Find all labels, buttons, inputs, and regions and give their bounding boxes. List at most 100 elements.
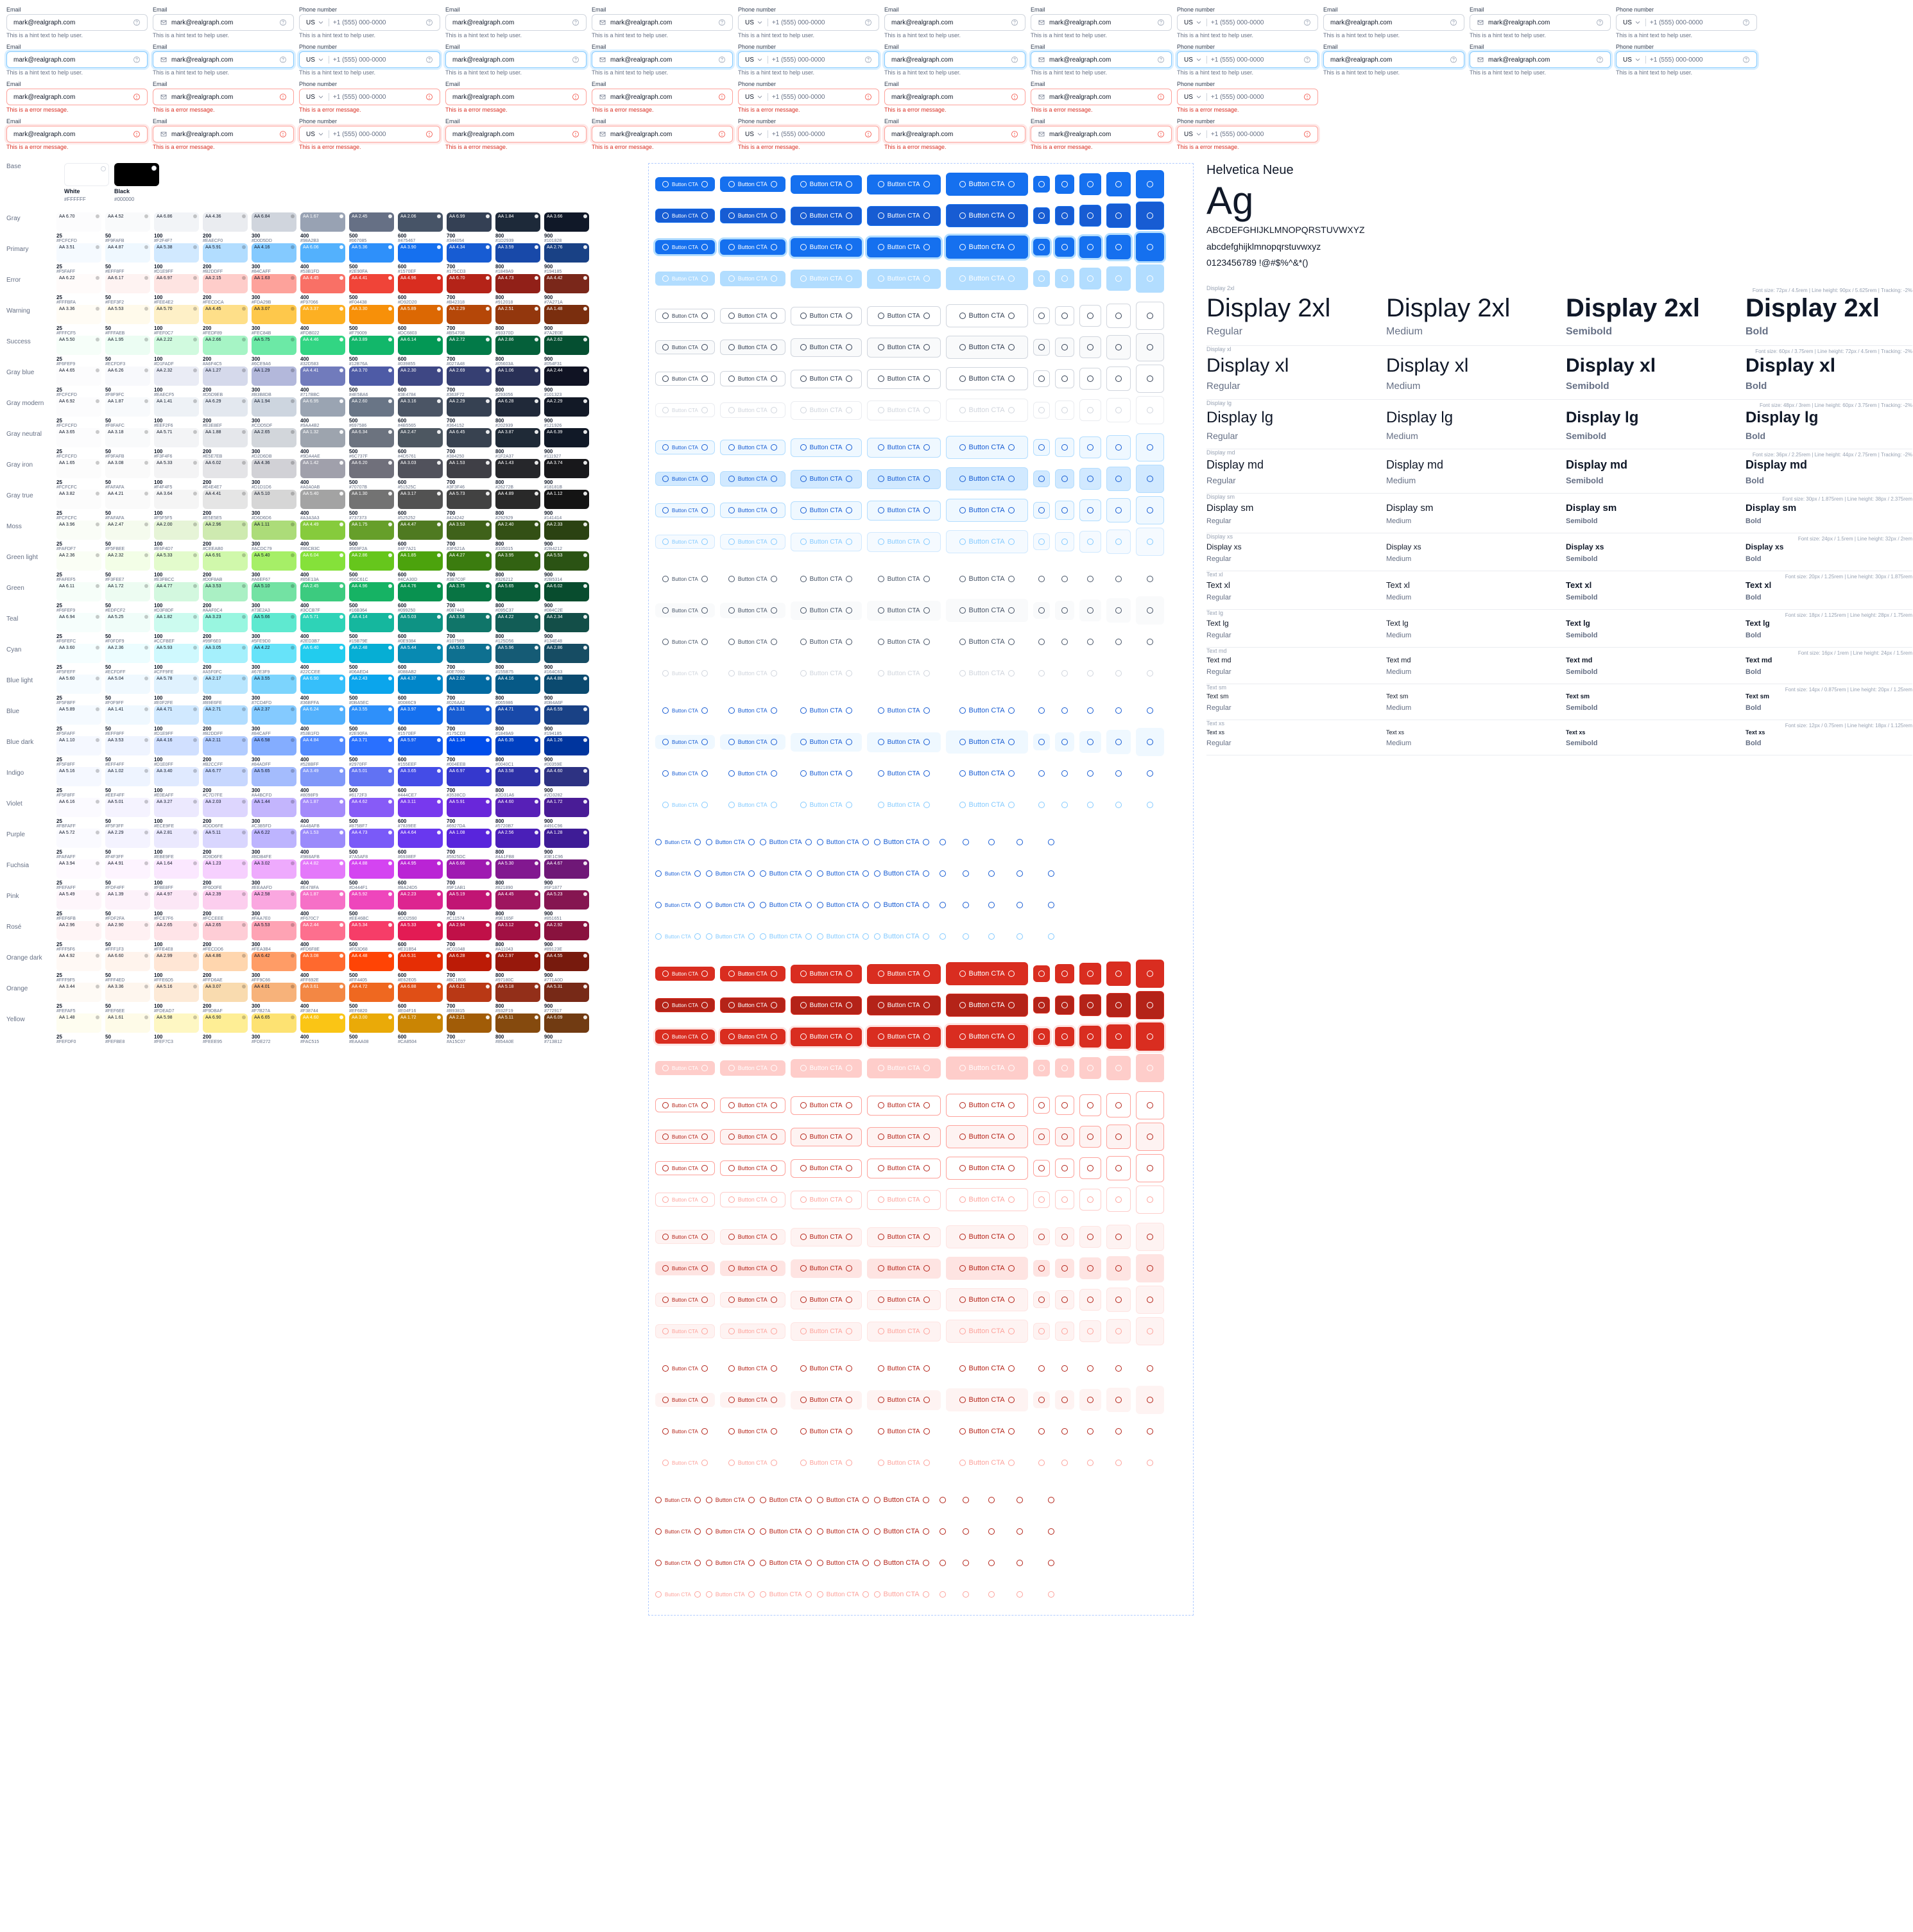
country-select[interactable]: US [306,19,329,26]
button-tergray[interactable]: Button CTA [867,601,941,621]
email-input[interactable] [884,89,1025,105]
button-desfill[interactable] [1033,997,1050,1013]
button-deslink[interactable]: Button CTA [655,1557,701,1569]
button-secgray[interactable] [1106,335,1131,359]
button-dester[interactable] [1055,1422,1074,1441]
country-select[interactable]: US [1184,19,1207,26]
button-primary[interactable]: Button CTA [720,239,785,255]
button-desout[interactable] [1136,1091,1164,1119]
phone-text-input[interactable] [772,131,861,138]
button-tergray[interactable]: Button CTA [655,635,715,649]
button-dessec[interactable]: Button CTA [720,1292,785,1307]
email-input[interactable] [445,89,587,105]
email-text-input[interactable] [13,19,129,26]
button-desout[interactable] [1106,1125,1131,1149]
button-desout[interactable] [1136,1123,1164,1151]
button-tergray[interactable]: Button CTA [867,632,941,652]
button-dessec[interactable] [1079,1257,1101,1279]
button-dessec[interactable]: Button CTA [791,1228,862,1246]
email-text-input[interactable] [610,56,714,64]
button-tercolor[interactable]: Button CTA [655,766,715,781]
button-desfill[interactable]: Button CTA [791,965,862,983]
button-seccolor[interactable]: Button CTA [655,472,715,486]
phone-text-input[interactable] [333,19,422,26]
button-dester[interactable] [1033,1360,1050,1377]
button-tercolor[interactable] [1033,734,1050,750]
button-primary[interactable]: Button CTA [655,177,715,191]
button-desfill[interactable] [1136,991,1164,1019]
button-link[interactable] [1037,891,1065,919]
button-desfill[interactable]: Button CTA [655,1030,715,1044]
email-text-input[interactable] [1330,56,1446,64]
phone-text-input[interactable] [333,94,422,101]
phone-text-input[interactable] [772,56,861,64]
email-input[interactable] [1031,14,1172,31]
button-seccolor[interactable] [1079,468,1101,490]
phone-text-input[interactable] [333,56,422,64]
email-input[interactable] [6,126,148,142]
button-secgray[interactable] [1055,306,1074,325]
button-deslink[interactable] [934,1523,951,1540]
button-link[interactable] [1037,828,1065,856]
button-desout[interactable]: Button CTA [791,1096,862,1115]
country-select[interactable]: US [1184,93,1207,101]
button-primary[interactable] [1033,239,1050,255]
button-link[interactable]: Button CTA [706,867,755,881]
email-input[interactable] [592,14,733,31]
button-tergray[interactable]: Button CTA [946,599,1028,622]
button-secgray[interactable]: Button CTA [867,306,941,326]
email-text-input[interactable] [171,131,275,138]
button-desfill[interactable] [1033,965,1050,982]
button-deslink[interactable]: Button CTA [655,1525,701,1538]
button-link[interactable] [981,894,1002,916]
button-deslink[interactable]: Button CTA [817,1491,869,1510]
button-seccolor[interactable]: Button CTA [946,436,1028,459]
button-dester[interactable] [1055,1390,1074,1410]
email-input[interactable] [1323,14,1464,31]
button-dester[interactable]: Button CTA [720,1361,785,1376]
email-text-input[interactable] [1049,56,1153,64]
button-secgray[interactable] [1136,365,1164,393]
button-tergray[interactable]: Button CTA [946,567,1028,591]
button-tercolor[interactable]: Button CTA [946,730,1028,754]
button-link[interactable]: Button CTA [874,831,929,853]
button-seccolor[interactable]: Button CTA [655,440,715,454]
email-input[interactable] [6,14,148,31]
button-tergray[interactable]: Button CTA [655,572,715,586]
button-tergray[interactable]: Button CTA [655,603,715,617]
button-desout[interactable] [1106,1156,1131,1180]
button-tercolor[interactable]: Button CTA [720,734,785,750]
button-primary[interactable] [1055,237,1074,257]
phone-input[interactable]: US [299,89,440,105]
button-link[interactable] [934,897,951,913]
button-desout[interactable]: Button CTA [655,1130,715,1144]
email-input[interactable] [445,14,587,31]
country-select[interactable]: US [306,130,329,138]
button-seccolor[interactable] [1106,435,1131,460]
button-desfill[interactable]: Button CTA [655,967,715,981]
button-desout[interactable] [1055,1096,1074,1115]
button-tercolor[interactable] [1106,761,1131,786]
button-desout[interactable] [1055,1159,1074,1178]
button-seccolor[interactable] [1136,496,1164,524]
button-desfill[interactable]: Button CTA [720,1029,785,1044]
phone-input[interactable]: US [1177,14,1318,31]
button-secgray[interactable]: Button CTA [867,338,941,358]
button-tergray[interactable] [1033,571,1050,587]
button-seccolor[interactable] [1033,470,1050,487]
button-dessec[interactable] [1136,1223,1164,1251]
button-desfill[interactable] [1106,1024,1131,1049]
country-select[interactable]: US [745,93,768,101]
email-input[interactable] [445,51,587,68]
button-desout[interactable] [1136,1154,1164,1182]
email-text-input[interactable] [171,94,275,101]
button-dester[interactable]: Button CTA [946,1357,1028,1380]
button-primary[interactable]: Button CTA [720,177,785,192]
button-tergray[interactable] [1106,598,1131,623]
button-tergray[interactable] [1033,602,1050,619]
email-text-input[interactable] [1488,56,1592,64]
phone-text-input[interactable] [1211,94,1300,101]
button-desout[interactable] [1033,1160,1050,1177]
button-tergray[interactable]: Button CTA [791,633,862,651]
button-desout[interactable]: Button CTA [946,1125,1028,1148]
